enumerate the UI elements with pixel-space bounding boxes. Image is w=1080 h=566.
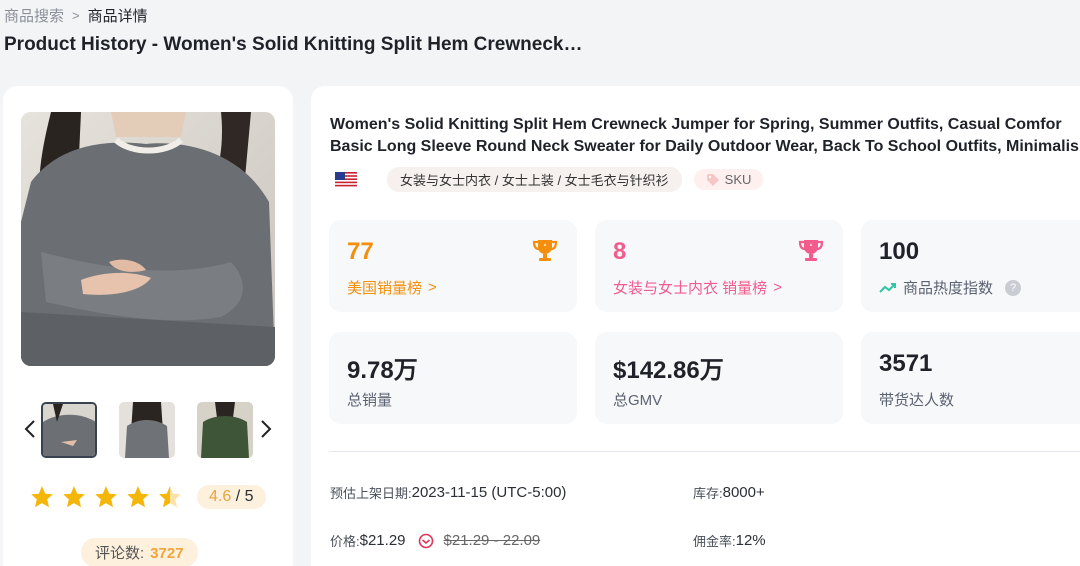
price-key: 价格: <box>330 534 360 549</box>
star-icon-half <box>159 486 181 508</box>
trend-up-icon <box>879 282 896 293</box>
rating-score: 4.6 <box>209 488 232 505</box>
us-sales-rank-label: 美国销量榜 <box>347 280 423 297</box>
total-sales-card: 9.78万 总销量 <box>329 332 577 424</box>
breadcrumb-parent-link[interactable]: 商品搜索 <box>4 5 64 26</box>
star-icon-full <box>95 486 117 508</box>
breadcrumb: 商品搜索 > 商品详情 <box>4 5 148 26</box>
breadcrumb-current: 商品详情 <box>87 8 148 25</box>
help-icon[interactable]: ? <box>1005 279 1022 296</box>
commission-row: 佣金率: 12% <box>693 531 766 550</box>
product-name-line-1: Women's Solid Knitting Split Hem Crewnec… <box>330 116 1062 133</box>
breadcrumb-separator: > <box>72 8 80 23</box>
star-icon-full <box>127 486 149 508</box>
price-value: $21.29 <box>359 532 406 549</box>
rating-row: 4.6 / 5 <box>29 484 266 510</box>
rating-total: / 5 <box>235 488 254 505</box>
influencer-count-label: 带货达人数 <box>879 392 955 409</box>
product-name: Women's Solid Knitting Split Hem Crewnec… <box>330 114 1080 158</box>
page-title: Product History - Women's Solid Knitting… <box>4 34 583 55</box>
total-gmv-value: $142.86万 <box>613 357 724 384</box>
chevron-right-icon: > <box>773 279 782 296</box>
category-tag[interactable]: 女装与女士内衣 / 女士上装 / 女士毛衣与针织衫 <box>387 167 682 192</box>
category-sales-rank-card[interactable]: 8 女装与女士内衣 销量榜 > <box>595 220 843 312</box>
stock-row: 库存: 8000+ <box>693 483 765 502</box>
chevron-left-icon <box>24 420 35 438</box>
thumbnail-next-button[interactable] <box>255 416 277 442</box>
product-detail-card: Women's Solid Knitting Split Hem Crewnec… <box>311 86 1080 566</box>
heat-index-card: 100 商品热度指数 ? <box>861 220 1080 312</box>
stock-value: 8000+ <box>722 484 765 501</box>
commission-value: 12% <box>735 532 766 549</box>
product-tags: 女装与女士内衣 / 女士上装 / 女士毛衣与针织衫 SKU <box>335 167 764 192</box>
us-sales-rank-link[interactable]: 美国销量榜 > <box>347 277 437 298</box>
listing-date-value: 2023-11-15 (UTC-5:00) <box>411 484 567 501</box>
trophy-icon <box>798 240 824 261</box>
star-icon-full <box>31 486 53 508</box>
review-count: 3727 <box>150 545 184 562</box>
price-original-range: $21.29 - 22.09 <box>443 532 541 549</box>
trophy-icon <box>532 240 558 261</box>
thumbnail-1[interactable] <box>41 402 97 458</box>
total-sales-value: 9.78万 <box>347 357 418 384</box>
influencer-count-value: 3571 <box>879 350 933 377</box>
review-label: 评论数: <box>95 545 145 562</box>
stock-key: 库存: <box>693 486 723 501</box>
thumbnail-3[interactable] <box>197 402 253 458</box>
us-sales-rank-card[interactable]: 77 美国销量榜 > <box>329 220 577 312</box>
product-main-image[interactable] <box>21 112 275 366</box>
heat-index-label-row: 商品热度指数 ? <box>879 277 1022 298</box>
product-name-line-2: Basic Long Sleeve Round Neck Sweater for… <box>330 138 1079 155</box>
tag-icon <box>706 173 719 186</box>
us-sales-rank-value: 77 <box>347 238 374 265</box>
influencer-count-card: 3571 带货达人数 <box>861 332 1080 424</box>
category-sales-rank-link[interactable]: 女装与女士内衣 销量榜 > <box>613 277 782 298</box>
star-icon-full <box>63 486 85 508</box>
total-sales-label: 总销量 <box>347 392 393 409</box>
thumbnail-prev-button[interactable] <box>19 416 41 442</box>
us-flag-icon <box>335 172 357 187</box>
sku-tag[interactable]: SKU <box>693 169 764 190</box>
review-count-badge: 评论数: 3727 <box>81 538 198 566</box>
category-sales-rank-label: 女装与女士内衣 销量榜 <box>613 280 768 297</box>
thumbnail-carousel <box>19 402 277 458</box>
price-row: 价格: $21.29 $21.29 - 22.09 <box>330 531 540 550</box>
heat-index-value: 100 <box>879 238 920 265</box>
divider <box>329 451 1080 452</box>
thumbnail-2[interactable] <box>119 402 175 458</box>
price-trend-icon[interactable] <box>418 533 434 549</box>
chevron-right-icon <box>261 420 272 438</box>
total-gmv-card: $142.86万 总GMV <box>595 332 843 424</box>
listing-date-row: 预估上架日期: 2023-11-15 (UTC-5:00) <box>330 483 566 502</box>
product-gallery-card: 4.6 / 5 评论数: 3727 <box>3 86 293 566</box>
listing-date-key: 预估上架日期: <box>330 486 412 501</box>
total-gmv-label: 总GMV <box>613 392 663 409</box>
sku-label: SKU <box>724 172 752 187</box>
heat-index-label: 商品热度指数 <box>903 280 994 297</box>
category-sales-rank-value: 8 <box>613 238 627 265</box>
chevron-right-icon: > <box>428 279 437 296</box>
rating-badge: 4.6 / 5 <box>197 485 266 509</box>
commission-key: 佣金率: <box>693 534 736 549</box>
